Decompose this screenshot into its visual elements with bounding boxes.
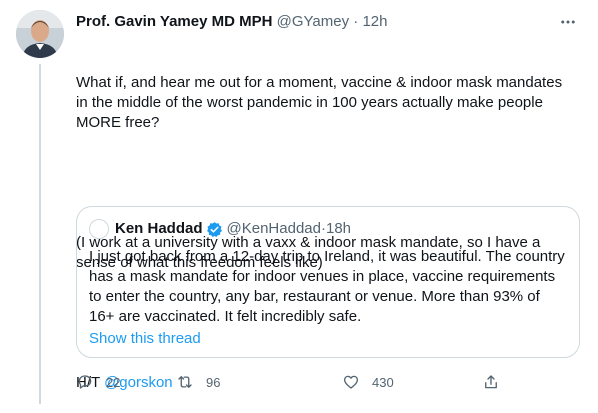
share-button[interactable] — [482, 372, 500, 392]
tweet-time[interactable]: 12h — [362, 13, 387, 30]
like-button[interactable]: 430 — [342, 372, 394, 392]
quoted-tweet-time[interactable]: 18h — [326, 219, 351, 239]
retweet-count: 96 — [206, 374, 221, 390]
quoted-tweet-card[interactable]: Ken Haddad @KenHaddad · 18h I just got b… — [76, 206, 580, 358]
like-count: 430 — [372, 374, 394, 390]
retweet-icon — [178, 376, 192, 388]
tweet-actions-bar: 22 96 430 — [76, 372, 506, 394]
verified-badge-icon — [206, 221, 222, 237]
author-avatar[interactable] — [16, 10, 64, 58]
author-handle[interactable]: @GYamey — [277, 13, 349, 30]
thread-connector-line — [39, 64, 41, 404]
reply-icon — [78, 375, 92, 389]
tweet-paragraph-1: What if, and hear me out for a moment, v… — [76, 74, 567, 131]
heart-icon — [343, 375, 359, 389]
show-this-thread-link[interactable]: Show this thread — [89, 329, 201, 349]
quoted-tweet-text: I just got back from a 12-day trip to Ir… — [89, 248, 565, 325]
header-separator: · — [349, 13, 363, 30]
quoted-author-handle[interactable]: @KenHaddad — [227, 219, 321, 239]
quoted-author-avatar[interactable] — [89, 219, 109, 239]
reply-button[interactable]: 22 — [76, 372, 120, 392]
quoted-tweet-header: Ken Haddad @KenHaddad · 18h — [89, 219, 351, 239]
share-icon — [485, 375, 497, 389]
more-horizontal-icon — [561, 20, 575, 24]
tweet-header: Prof. Gavin Yamey MD MPH @GYamey · 12h — [76, 12, 558, 32]
reply-count: 22 — [106, 374, 121, 390]
more-options-button[interactable] — [556, 12, 580, 32]
quoted-author-name[interactable]: Ken Haddad — [115, 219, 203, 239]
author-name[interactable]: Prof. Gavin Yamey MD MPH — [76, 13, 272, 30]
retweet-button[interactable]: 96 — [176, 372, 220, 392]
